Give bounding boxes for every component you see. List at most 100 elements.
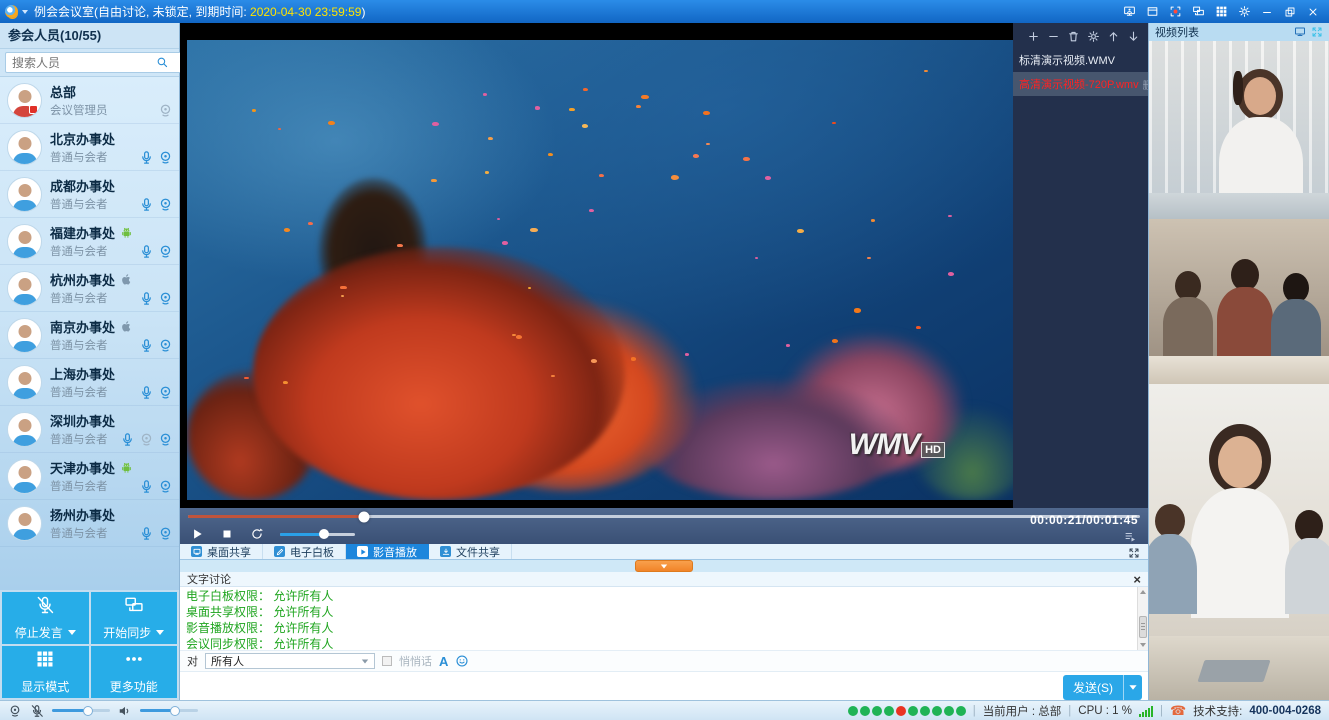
close-icon[interactable] — [1303, 3, 1323, 20]
dither-grid-icon[interactable] — [1211, 3, 1231, 20]
speaker-icon[interactable] — [118, 704, 132, 718]
tab-item[interactable]: 电子白板 — [263, 544, 346, 559]
chevron-down-icon[interactable] — [156, 630, 164, 635]
tab-active-item[interactable]: 影音播放 — [346, 544, 429, 559]
mic-icon[interactable] — [139, 150, 154, 165]
mic-icon[interactable] — [139, 197, 154, 212]
layout-grid-icon — [35, 649, 55, 674]
video-mode-icon[interactable] — [1294, 26, 1306, 38]
mic-icon[interactable] — [139, 338, 154, 353]
system-menu-chevron-icon[interactable] — [22, 10, 28, 14]
webcam-icon[interactable] — [158, 338, 173, 353]
webcam-icon[interactable] — [158, 479, 173, 494]
add-icon[interactable] — [1027, 30, 1040, 43]
screen-cast-icon[interactable] — [1188, 3, 1208, 20]
playlist-item-delete[interactable]: 删除 — [1139, 77, 1148, 92]
font-button[interactable]: A — [439, 654, 448, 669]
minimize-icon[interactable] — [1257, 3, 1277, 20]
tab-item[interactable]: 文件共享 — [429, 544, 512, 559]
participant-row[interactable]: 杭州办事处普通与会者 — [0, 265, 179, 312]
volume-slider[interactable] — [280, 533, 355, 536]
mic-icon[interactable] — [139, 526, 154, 541]
scroll-up-icon[interactable] — [1140, 590, 1146, 594]
action-button[interactable]: 开始同步 — [91, 592, 178, 644]
speaker-volume-slider[interactable] — [140, 709, 198, 712]
webcam-icon[interactable] — [158, 432, 173, 447]
replay-button[interactable] — [250, 527, 264, 541]
participant-role: 普通与会者 — [50, 337, 139, 353]
send-button[interactable]: 发送(S) — [1063, 675, 1142, 700]
action-button[interactable]: 停止发言 — [2, 592, 89, 644]
webcam-status-icon[interactable] — [8, 704, 22, 718]
scroll-down-icon[interactable] — [1140, 643, 1146, 647]
move-up-icon[interactable] — [1107, 30, 1120, 43]
webcam-icon[interactable] — [158, 385, 173, 400]
action-button[interactable]: 更多功能 — [91, 646, 178, 698]
seek-bar[interactable] — [188, 515, 1140, 518]
message-input-area[interactable]: 发送(S) — [180, 672, 1148, 700]
mic-volume-slider[interactable] — [52, 709, 110, 712]
webcam-icon[interactable] — [158, 244, 173, 259]
mic-icon[interactable] — [120, 432, 135, 447]
playlist-toggle-icon[interactable] — [1123, 530, 1138, 542]
seek-handle[interactable] — [359, 511, 370, 522]
recipient-label: 对 — [187, 653, 198, 669]
participant-row[interactable]: 天津办事处普通与会者 — [0, 453, 179, 500]
screen-broadcast-icon[interactable] — [1119, 3, 1139, 20]
scrollbar-thumb[interactable] — [1139, 616, 1147, 638]
play-button[interactable] — [190, 527, 204, 541]
record-icon[interactable] — [1165, 3, 1185, 20]
participant-row[interactable]: 总部会议管理员 — [0, 77, 179, 124]
webcam-off-icon[interactable] — [158, 103, 173, 118]
move-down-icon[interactable] — [1127, 30, 1140, 43]
participant-avatar — [7, 224, 42, 259]
participant-row[interactable]: 扬州办事处普通与会者 — [0, 500, 179, 547]
search-icon[interactable] — [156, 56, 169, 69]
emoji-button[interactable] — [455, 654, 469, 668]
tab-item[interactable]: 桌面共享 — [180, 544, 263, 559]
volume-handle[interactable] — [319, 529, 329, 539]
mic-icon[interactable] — [139, 244, 154, 259]
delete-icon[interactable] — [1067, 30, 1080, 43]
participant-row[interactable]: 成都办事处普通与会者 — [0, 171, 179, 218]
chat-scrollbar[interactable] — [1137, 587, 1148, 650]
participant-row[interactable]: 深圳办事处普通与会者 — [0, 406, 179, 453]
webcam-icon[interactable] — [158, 150, 173, 165]
whisper-checkbox[interactable] — [382, 656, 392, 666]
recipient-select[interactable]: 所有人 — [205, 653, 375, 669]
playlist-item[interactable]: 高清演示视频-720P.wmv删除 — [1013, 72, 1148, 96]
video-thumbnail-1[interactable] — [1149, 41, 1329, 219]
apple-icon — [120, 273, 133, 286]
restore-icon[interactable] — [1280, 3, 1300, 20]
video-expand-icon[interactable] — [1311, 26, 1323, 38]
participant-row[interactable]: 南京办事处普通与会者 — [0, 312, 179, 359]
webcam-icon[interactable] — [158, 526, 173, 541]
video-content[interactable]: WMV HD — [187, 40, 1013, 500]
chat-close-icon[interactable]: × — [1133, 574, 1141, 585]
window-mode-icon[interactable] — [1142, 3, 1162, 20]
video-thumbnail-2[interactable] — [1149, 219, 1329, 384]
tab-label: 影音播放 — [373, 544, 417, 560]
playlist-item[interactable]: 标清演示视频.WMV — [1013, 48, 1148, 72]
webcam-icon[interactable] — [158, 291, 173, 306]
stop-button[interactable] — [220, 527, 234, 541]
settings-icon[interactable] — [1087, 30, 1100, 43]
meeting-app-window: 例会会议室(自由讨论, 未锁定, 到期时间: 2020-04-30 23:59:… — [0, 0, 1329, 720]
mic-muted-status-icon[interactable] — [30, 704, 44, 718]
action-button[interactable]: 显示模式 — [2, 646, 89, 698]
chat-fullscreen-icon[interactable] — [1128, 546, 1140, 558]
settings-gear-icon[interactable] — [1234, 3, 1254, 20]
chevron-down-icon[interactable] — [68, 630, 76, 635]
participant-row[interactable]: 上海办事处普通与会者 — [0, 359, 179, 406]
mic-icon[interactable] — [139, 385, 154, 400]
webcam-icon[interactable] — [158, 197, 173, 212]
participant-row[interactable]: 福建办事处普通与会者 — [0, 218, 179, 265]
webcam-off-icon[interactable] — [139, 432, 154, 447]
chat-collapse-handle[interactable] — [635, 560, 693, 572]
video-thumbnail-3[interactable] — [1149, 384, 1329, 700]
participant-row[interactable]: 北京办事处普通与会者 — [0, 124, 179, 171]
send-options-chevron-icon[interactable] — [1124, 685, 1142, 690]
mic-icon[interactable] — [139, 291, 154, 306]
mic-icon[interactable] — [139, 479, 154, 494]
remove-icon[interactable] — [1047, 30, 1060, 43]
